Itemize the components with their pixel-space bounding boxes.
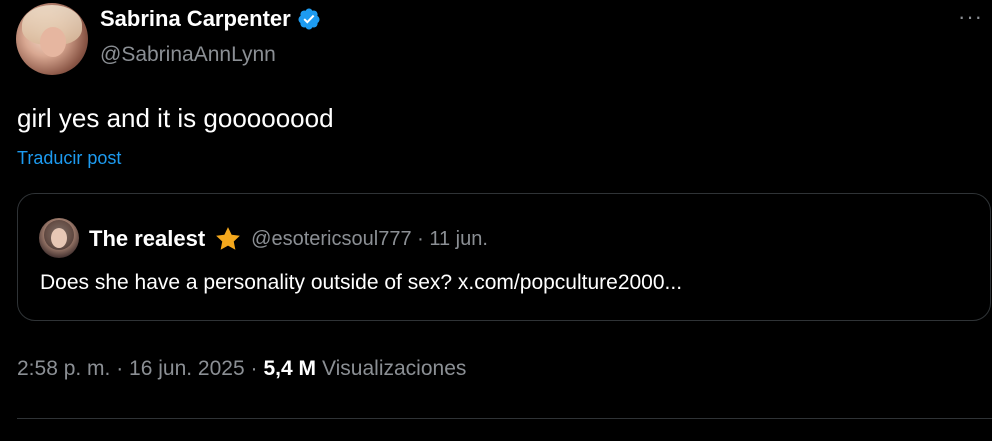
quoted-author-avatar[interactable] [39, 218, 79, 258]
translate-post-link[interactable]: Traducir post [17, 148, 121, 169]
quoted-display-name[interactable]: The realest [89, 226, 205, 252]
author-avatar[interactable] [16, 3, 88, 75]
avatar-face [40, 27, 66, 57]
tweet-text: girl yes and it is goooooood [17, 103, 334, 133]
tweet: Sabrina Carpenter @SabrinaAnnLynn ··· gi… [0, 0, 992, 441]
views-count: 5,4 M [263, 357, 317, 380]
author-display-name[interactable]: Sabrina Carpenter [100, 6, 291, 32]
verified-badge-icon[interactable] [297, 7, 321, 31]
quoted-header: The realest @esotericsoul777 · 11 jun. [89, 224, 488, 254]
more-options-icon[interactable]: ··· [958, 4, 983, 30]
quoted-tweet-card[interactable]: The realest @esotericsoul777 · 11 jun. D… [17, 193, 991, 321]
quoted-text: Does she have a personality outside of s… [40, 271, 683, 294]
author-handle[interactable]: @SabrinaAnnLynn [100, 43, 276, 67]
tweet-timestamp[interactable]: 2:58 p. m. · 16 jun. 2025 · [17, 357, 257, 381]
divider [17, 418, 992, 419]
views-label: Visualizaciones [322, 357, 467, 380]
quoted-handle-time[interactable]: @esotericsoul777 · 11 jun. [251, 228, 488, 251]
star-icon [216, 227, 241, 250]
tweet-meta: 2:58 p. m. · 16 jun. 2025 · 5,4 M Visual… [17, 357, 466, 381]
quoted-avatar-face [51, 228, 67, 248]
author-name-row: Sabrina Carpenter [100, 6, 321, 32]
